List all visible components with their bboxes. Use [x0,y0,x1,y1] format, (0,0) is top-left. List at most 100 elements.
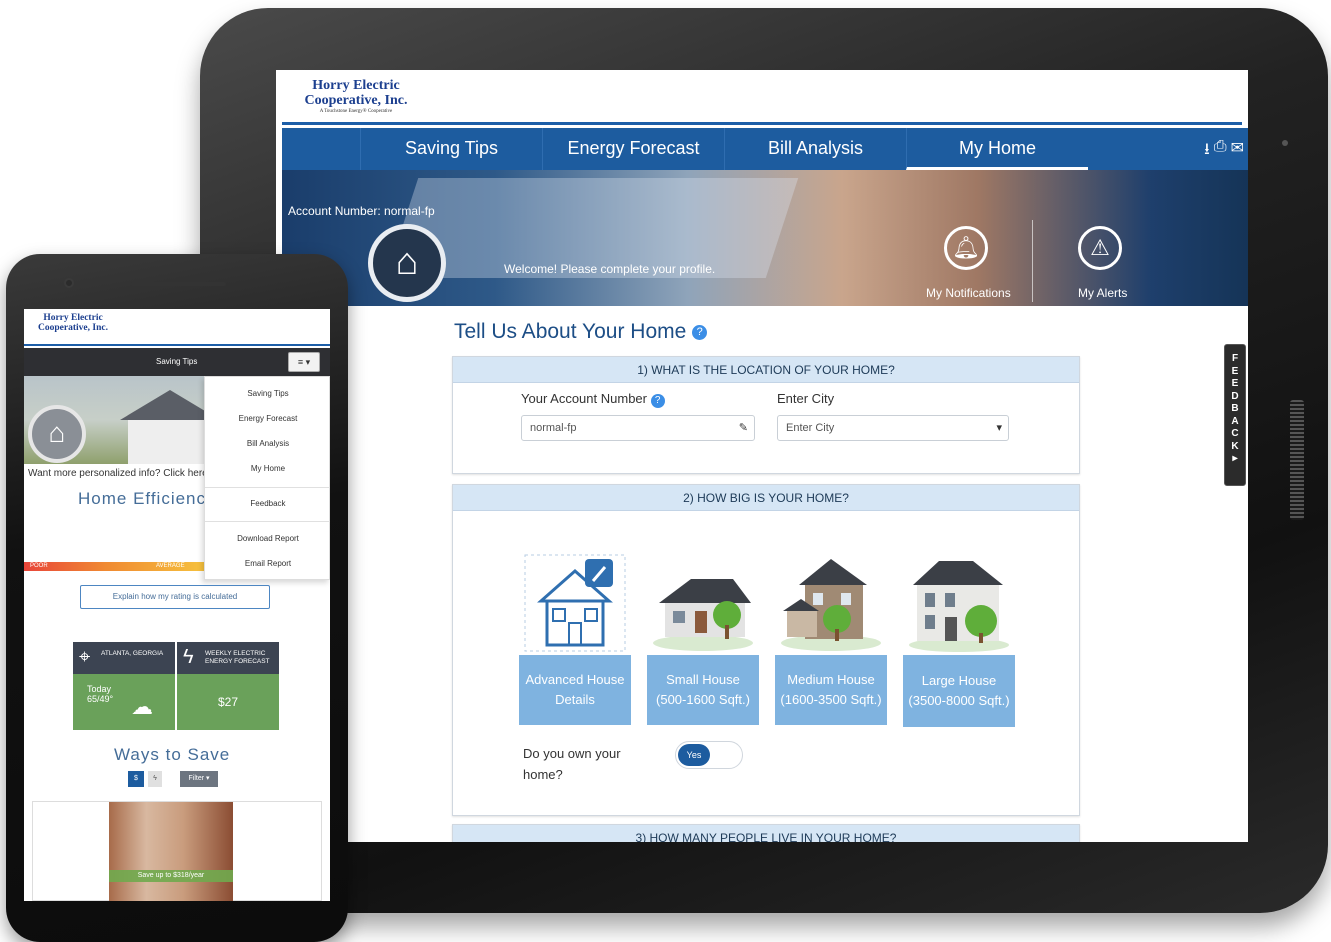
large-house-option[interactable]: Large House (3500-8000 Sqft.) [903,545,1015,727]
lightning-filter-icon[interactable]: ϟ [148,771,162,787]
tablet-device: Horry Electric Cooperative, Inc. A Touch… [200,8,1328,913]
medium-house-icon [775,545,887,655]
phone-logo-line1: Horry Electric [43,313,103,323]
location-section-header: 1) WHAT IS THE LOCATION OF YOUR HOME? [453,357,1079,383]
blueprint-house-icon [519,545,631,655]
menu-item-feedback[interactable]: Feedback [205,499,330,508]
menu-divider [205,487,330,488]
page-title-text: Tell Us About Your Home [454,320,687,343]
tablet-screen: Horry Electric Cooperative, Inc. A Touch… [276,70,1248,842]
home-size-section: 2) HOW BIG IS YOUR HOME? Advanced House … [452,484,1080,816]
medium-house-option[interactable]: Medium House (1600-3500 Sqft.) [775,545,887,725]
pencil-icon[interactable]: ✎ [739,416,748,440]
city-placeholder: Enter City [786,422,835,434]
menu-item-download-report[interactable]: Download Report [205,534,330,543]
small-house-option[interactable]: Small House (500-1600 Sqft.) [647,545,759,725]
own-home-toggle[interactable]: Yes [675,741,743,769]
account-number-field[interactable]: normal-fp ✎ [521,415,755,441]
chevron-down-icon: ▾ [996,422,1002,434]
small-house-button[interactable]: Small House (500-1600 Sqft.) [647,655,759,725]
saving-tip-card[interactable]: Save up to $318/year [32,801,322,901]
company-logo[interactable]: Horry Electric Cooperative, Inc. A Touch… [296,78,416,122]
menu-item-email-report[interactable]: Email Report [205,559,330,568]
account-number-value: normal-fp [530,422,577,434]
large-house-button[interactable]: Large House (3500-8000 Sqft.) [903,655,1015,727]
city-label: Enter City [777,391,835,406]
occupants-section-header: 3) HOW MANY PEOPLE LIVE IN YOUR HOME? [453,825,1079,842]
weather-tile[interactable]: ⌖ ATLANTA, GEORGIA Today 65/49° ☁ [73,642,175,730]
weather-location: ATLANTA, GEORGIA [101,650,164,657]
saving-tip-image: Save up to $318/year [109,802,233,901]
phone-dropdown-menu: Saving Tips Energy Forecast Bill Analysi… [204,376,330,580]
account-number-label: Your Account Number ? [521,391,665,408]
advanced-house-option[interactable]: Advanced House Details [519,545,631,725]
account-number-text: Account Number: normal-fp [288,204,435,218]
occupants-section: 3) HOW MANY PEOPLE LIVE IN YOUR HOME? [452,824,1080,842]
phone-logo-line2: Cooperative, Inc. [38,323,108,333]
hamburger-menu-button[interactable]: ≡ ▾ [288,352,320,372]
help-icon[interactable]: ? [692,325,708,340]
lightning-icon: ϟ [183,646,194,668]
hero-banner: Account Number: normal-fp ⌂ Welcome! Ple… [282,170,1248,306]
city-select[interactable]: Enter City ▾ [777,415,1009,441]
phone-home-icon[interactable]: ⌂ [28,405,86,463]
bell-icon[interactable]: 🔔︎ [944,226,988,270]
email-icon[interactable]: ✉ [1231,138,1244,165]
account-help-icon[interactable]: ? [650,394,665,408]
energy-forecast-tile[interactable]: ϟ WEEKLY ELECTRIC ENERGY FORECAST $27 [177,642,279,730]
ways-to-save-filters: $ ϟ Filter ▾ [128,771,218,787]
tablet-camera [1282,140,1288,146]
tab-bill-analysis[interactable]: Bill Analysis [724,128,906,170]
efficiency-rating-bar: POOR AVERAGE [24,562,206,571]
personalized-info-link[interactable]: Want more personalized info? Click here! [28,468,211,479]
tablet-speaker-grille [1290,400,1304,520]
logo-line1: Horry Electric [312,78,400,93]
menu-item-my-home[interactable]: My Home [205,464,330,473]
tab-my-home[interactable]: My Home [906,128,1088,170]
phone-camera [64,278,74,288]
feedback-tab[interactable]: F E E D B A C K ▸ [1224,344,1246,486]
phone-current-page: Saving Tips [156,357,198,366]
weather-tile-body: Today 65/49° ☁ [73,674,175,730]
location-pin-icon: ⌖ [79,646,91,668]
phone-nav: Saving Tips ≡ ▾ [24,348,330,376]
phone-hero-house-body [128,420,212,464]
own-home-toggle-knob[interactable]: Yes [678,744,710,766]
phone-header-rule [24,344,330,346]
rating-poor-label: POOR [30,563,48,569]
nav-actions: ⭳ ⎙ ✉ [1204,138,1244,165]
menu-item-saving-tips[interactable]: Saving Tips [205,389,330,398]
dollar-filter-button[interactable]: $ [128,771,144,787]
saving-tip-caption: Save up to $318/year [109,870,233,882]
explain-rating-button[interactable]: Explain how my rating is calculated [80,585,270,609]
phone-speaker [130,282,226,286]
weather-today-label: Today [87,684,112,694]
home-icon[interactable]: ⌂ [368,224,446,302]
small-house-icon [647,545,759,655]
phone-screen: Horry Electric Cooperative, Inc. Saving … [24,309,330,901]
menu-item-energy-forecast[interactable]: Energy Forecast [205,414,330,423]
weather-tile-header: ⌖ ATLANTA, GEORGIA [73,642,175,674]
large-house-icon [903,545,1015,655]
my-notifications-label[interactable]: My Notifications [926,286,1011,300]
download-icon[interactable]: ⭳ [1204,138,1210,165]
medium-house-button[interactable]: Medium House (1600-3500 Sqft.) [775,655,887,725]
page-title: Tell Us About Your Home ? [454,320,708,344]
home-efficiency-title: Home Efficienc [78,489,207,508]
welcome-message[interactable]: Welcome! Please complete your profile. [504,262,715,276]
menu-item-bill-analysis[interactable]: Bill Analysis [205,439,330,448]
ways-to-save-title: Ways to Save [114,745,231,764]
advanced-house-button[interactable]: Advanced House Details [519,655,631,725]
tab-energy-forecast[interactable]: Energy Forecast [542,128,724,170]
menu-divider [205,521,330,522]
my-alerts-label[interactable]: My Alerts [1078,286,1127,300]
print-icon[interactable]: ⎙ [1214,138,1227,165]
phone-company-logo[interactable]: Horry Electric Cooperative, Inc. [30,313,116,333]
device-mockup-stage: Horry Electric Cooperative, Inc. A Touch… [0,0,1331,942]
tab-saving-tips[interactable]: Saving Tips [360,128,542,170]
forecast-tile-title: WEEKLY ELECTRIC ENERGY FORECAST [205,650,270,665]
alert-icon[interactable]: ⚠︎ [1078,226,1122,270]
forecast-tile-value: $27 [217,695,239,709]
filter-dropdown[interactable]: Filter ▾ [180,771,218,787]
